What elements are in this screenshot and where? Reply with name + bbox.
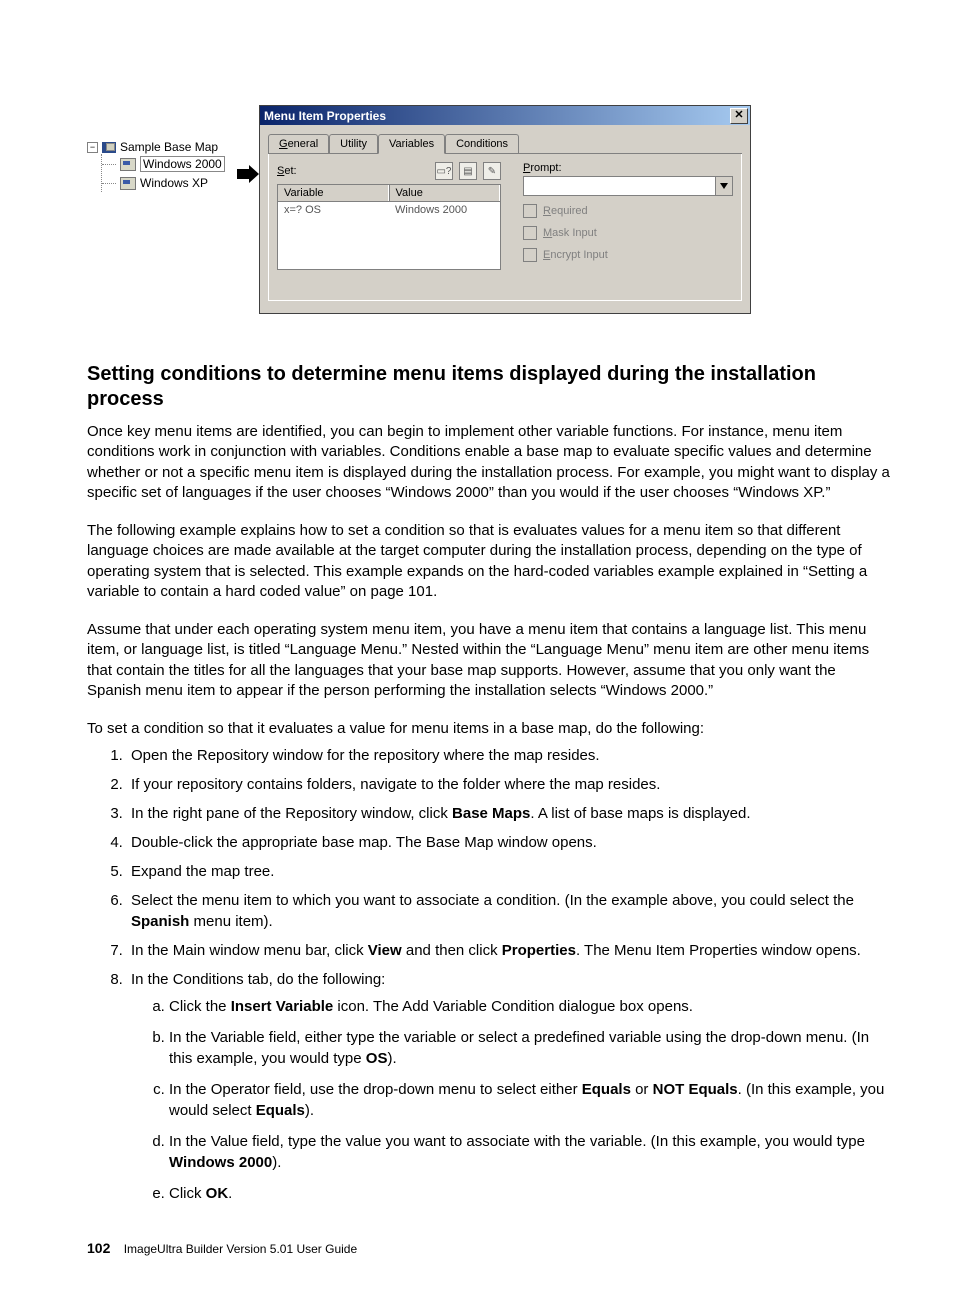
cell-variable: x=? OS (278, 202, 389, 218)
new-variable-icon[interactable]: ▭? (435, 162, 453, 180)
cell-value: Windows 2000 (389, 202, 500, 218)
item-icon (120, 158, 136, 171)
tab-strip: General Utility Variables Conditions (268, 131, 742, 154)
collapse-icon[interactable]: − (87, 142, 98, 153)
list-item: In the Operator field, use the drop-down… (169, 1079, 894, 1121)
paragraph: The following example explains how to se… (87, 521, 894, 602)
prompt-combo[interactable] (523, 176, 733, 196)
tab-conditions[interactable]: Conditions (445, 134, 519, 153)
paragraph: Once key menu items are identified, you … (87, 422, 894, 503)
edit-icon[interactable]: ✎ (483, 162, 501, 180)
figure: − Sample Base Map Windows 2000 Windows X… (87, 0, 894, 344)
list-item: If your repository contains folders, nav… (127, 774, 894, 795)
checkbox-icon (523, 204, 537, 218)
dialog-titlebar: Menu Item Properties ✕ (260, 106, 750, 125)
list-item: Select the menu item to which you want t… (127, 890, 894, 932)
tab-utility[interactable]: Utility (329, 134, 378, 153)
item-icon (120, 177, 136, 190)
list-item: In the Value field, type the value you w… (169, 1131, 894, 1173)
col-value[interactable]: Value (389, 185, 501, 201)
variables-grid[interactable]: Variable Value x=? OS Windows 2000 (277, 184, 501, 270)
list-item: Expand the map tree. (127, 861, 894, 882)
list-item: In the Conditions tab, do the following:… (127, 969, 894, 1204)
encrypt-input-checkbox: Encrypt InputEncrypt Input (523, 248, 733, 262)
list-item: Double-click the appropriate base map. T… (127, 832, 894, 853)
list-item: Click OK. (169, 1183, 894, 1204)
menu-item-properties-dialog: Menu Item Properties ✕ General Utility V… (259, 105, 751, 314)
tree-root[interactable]: − Sample Base Map (87, 140, 237, 154)
copy-icon[interactable]: ▤ (459, 162, 477, 180)
chevron-down-icon[interactable] (715, 177, 732, 195)
mask-input-checkbox: Mask InputMask Input (523, 226, 733, 240)
tree-item-label: Windows 2000 (140, 156, 225, 172)
ordered-substeps: Click the Insert Variable icon. The Add … (131, 996, 894, 1204)
prompt-label: Prompt:Prompt: (523, 162, 733, 174)
checkbox-icon (523, 226, 537, 240)
required-checkbox: RequiredRequired (523, 204, 733, 218)
map-icon (102, 142, 116, 153)
tree-item-windows-2000[interactable]: Windows 2000 (102, 154, 237, 174)
col-variable[interactable]: Variable (278, 185, 389, 201)
list-item: In the Main window menu bar, click View … (127, 940, 894, 961)
ordered-steps: Open the Repository window for the repos… (87, 745, 894, 1204)
table-row[interactable]: x=? OS Windows 2000 (278, 202, 500, 218)
paragraph: To set a condition so that it evaluates … (87, 719, 894, 739)
page-footer: 102 ImageUltra Builder Version 5.01 User… (87, 1240, 894, 1256)
tab-variables[interactable]: Variables (378, 134, 445, 154)
tree-root-label: Sample Base Map (120, 140, 218, 154)
section-heading: Setting conditions to determine menu ite… (87, 362, 894, 412)
set-label: Set: (277, 165, 297, 177)
list-item: Click the Insert Variable icon. The Add … (169, 996, 894, 1017)
paragraph: Assume that under each operating system … (87, 620, 894, 701)
checkbox-icon (523, 248, 537, 262)
dialog-title: Menu Item Properties (264, 109, 386, 123)
list-item: In the Variable field, either type the v… (169, 1027, 894, 1069)
page-number: 102 (87, 1240, 110, 1256)
list-item: In the right pane of the Repository wind… (127, 803, 894, 824)
list-item: Open the Repository window for the repos… (127, 745, 894, 766)
tree-item-label: Windows XP (140, 176, 208, 190)
footer-text: ImageUltra Builder Version 5.01 User Gui… (124, 1242, 357, 1256)
tree-view: − Sample Base Map Windows 2000 Windows X… (87, 105, 237, 192)
arrow-icon (237, 105, 259, 183)
tab-general[interactable]: General (268, 134, 329, 153)
tree-item-windows-xp[interactable]: Windows XP (102, 174, 237, 192)
close-button[interactable]: ✕ (730, 108, 748, 124)
